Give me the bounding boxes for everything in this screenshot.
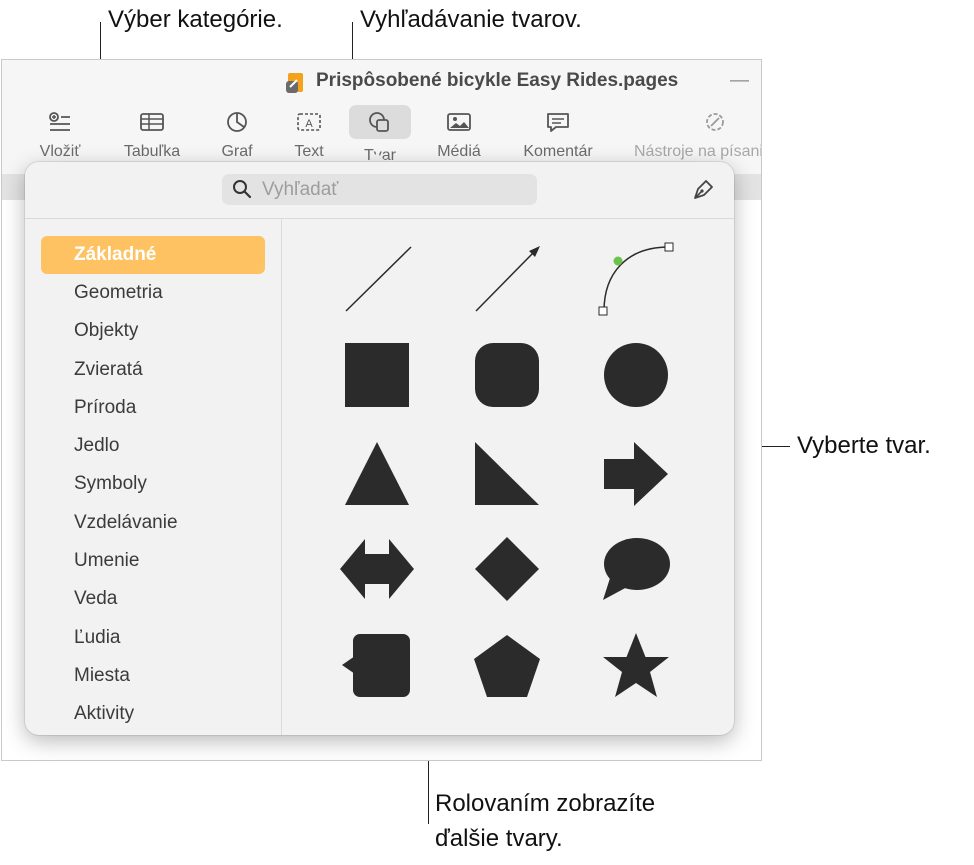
chart-icon — [227, 112, 247, 132]
toolbar-table-label: Tabuľka — [123, 143, 181, 160]
category-item-jedlo[interactable]: Jedlo — [41, 427, 265, 465]
text-box-icon: A — [297, 113, 321, 131]
shape-triangle[interactable] — [345, 442, 409, 505]
search-icon — [233, 180, 252, 199]
toolbar-comment-button[interactable]: Komentár — [518, 104, 598, 164]
shape-search-callout: Vyhľadávanie tvarov. — [360, 6, 582, 33]
category-item-zakladne[interactable]: Základné — [41, 236, 265, 274]
search-input[interactable] — [262, 174, 532, 205]
shapes-popover: Základné Geometria Objekty Zvieratá Prír… — [25, 162, 734, 735]
category-item-ludia[interactable]: Ľudia — [41, 619, 265, 657]
shape-callout-square[interactable] — [342, 634, 410, 697]
shape-pentagon[interactable] — [474, 635, 540, 697]
shape-arrow-line[interactable] — [461, 237, 551, 327]
category-item-aktivity[interactable]: Aktivity — [41, 695, 265, 733]
choose-shape-callout: Vyberte tvar. — [797, 432, 931, 459]
category-item-geometria[interactable]: Geometria — [41, 274, 265, 312]
toolbar-insert-button[interactable]: Vložiť — [20, 104, 100, 164]
category-item-objekty[interactable]: Objekty — [41, 312, 265, 350]
category-item-vzdelavanie[interactable]: Vzdelávanie — [41, 504, 265, 542]
shape-diamond[interactable] — [475, 537, 539, 601]
shape-button-highlight — [349, 105, 411, 139]
shape-grid — [281, 219, 734, 735]
shape-speech-bubble[interactable] — [603, 538, 670, 600]
shape-line[interactable] — [331, 237, 421, 327]
writing-tools-icon — [706, 113, 724, 131]
title-dash: — — [730, 70, 749, 91]
toolbar-text-button[interactable]: A Text — [269, 104, 349, 164]
category-list: Základné Geometria Objekty Zvieratá Prír… — [41, 236, 265, 734]
media-icon — [447, 113, 471, 131]
shape-icon — [369, 112, 389, 132]
category-item-priroda[interactable]: Príroda — [41, 389, 265, 427]
toolbar-writing-tools-button[interactable]: Nástroje na písanie — [634, 104, 761, 164]
toolbar-table-button[interactable]: Tabuľka — [112, 104, 192, 164]
toolbar-chart-button[interactable]: Graf — [197, 104, 277, 164]
shape-double-arrow[interactable] — [340, 539, 414, 599]
shape-circle[interactable] — [604, 343, 668, 407]
category-picker-callout: Výber kategórie. — [108, 6, 283, 33]
shape-search-field[interactable] — [222, 174, 537, 205]
toolbar-comment-label: Komentár — [523, 143, 593, 160]
shape-curve[interactable] — [591, 237, 681, 327]
shape-square[interactable] — [345, 343, 409, 407]
scroll-more-callout-line2: ďalšie tvary. — [435, 825, 563, 852]
shape-rounded-square[interactable] — [475, 343, 539, 407]
toolbar-chart-label: Graf — [221, 143, 253, 160]
category-item-symboly[interactable]: Symboly — [41, 465, 265, 503]
toolbar-media-button[interactable]: Médiá — [419, 104, 499, 164]
toolbar-insert-label: Vložiť — [39, 143, 81, 160]
insert-icon — [49, 112, 70, 131]
document-title: Prispôsobené bicykle Easy Rides.pages — [316, 70, 679, 91]
toolbar-writing-tools-label: Nástroje na písanie — [634, 143, 762, 160]
shape-right-triangle[interactable] — [475, 442, 539, 505]
shape-arrow-right[interactable] — [604, 442, 668, 506]
category-item-miesta[interactable]: Miesta — [41, 657, 265, 695]
table-icon — [140, 113, 164, 131]
comment-icon — [547, 113, 569, 132]
shape-star[interactable] — [603, 633, 669, 697]
category-item-umenie[interactable]: Umenie — [41, 542, 265, 580]
scroll-more-callout-line1: Rolovaním zobrazíte — [435, 790, 656, 817]
pages-document-icon — [286, 73, 303, 93]
toolbar-text-label: Text — [294, 143, 324, 160]
category-item-zvierata[interactable]: Zvieratá — [41, 351, 265, 389]
toolbar-media-label: Médiá — [437, 143, 481, 160]
category-item-veda[interactable]: Veda — [41, 580, 265, 618]
draw-with-pen-icon[interactable] — [689, 176, 717, 204]
svg-text:A: A — [305, 118, 313, 130]
title-bar: Prispôsobené bicykle Easy Rides.pages — — [2, 60, 761, 104]
